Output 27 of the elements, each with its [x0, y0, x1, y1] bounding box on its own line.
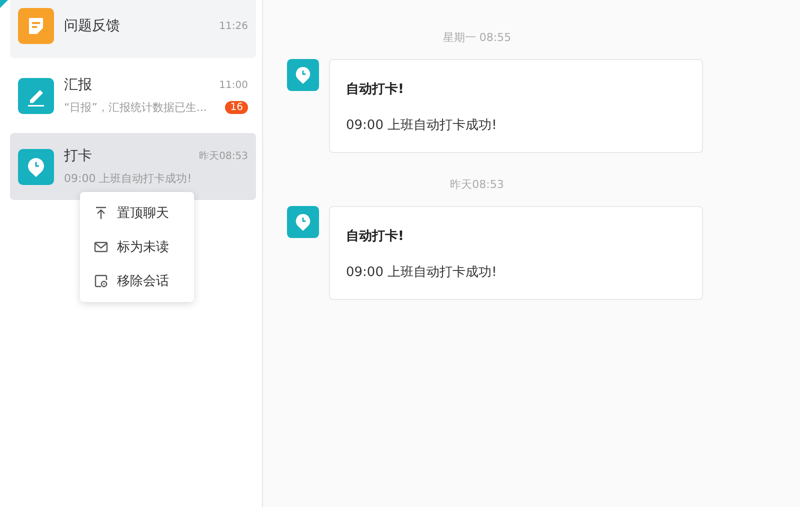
clock-pin-app-icon — [287, 206, 319, 238]
conversation-item[interactable]: 打卡 昨天08:53 09:00 上班自动打卡成功! — [10, 133, 256, 200]
remove-chat-icon — [94, 274, 108, 288]
message-timestamp: 星期一 08:55 — [442, 30, 512, 45]
clock-pin-app-icon — [287, 59, 319, 91]
pin-to-top-icon — [94, 206, 108, 220]
message-preview: “日报”，汇报统计数据已生... — [64, 100, 207, 115]
message-title: 自动打卡! — [346, 228, 405, 245]
menu-item[interactable]: 标为未读 — [80, 230, 194, 264]
conversation-time: 11:26 — [219, 20, 248, 32]
message-title: 自动打卡! — [346, 81, 405, 98]
note-app-icon — [18, 8, 54, 44]
unread-count-badge: 16 — [225, 101, 248, 114]
pencil-app-icon — [18, 78, 54, 114]
clock-pin-app-icon — [18, 148, 54, 184]
conversation-title: 汇报 — [64, 76, 92, 94]
message-text: 09:00 上班自动打卡成功! — [346, 117, 498, 134]
message-timestamp: 昨天08:53 — [449, 177, 505, 192]
conversation-title: 打卡 — [64, 147, 92, 165]
message-text: 09:00 上班自动打卡成功! — [346, 264, 498, 281]
message-preview: 09:00 上班自动打卡成功! — [64, 171, 192, 186]
conversation-item[interactable]: 汇报 11:00 “日报”，汇报统计数据已生... 16 — [10, 62, 256, 129]
menu-item[interactable]: 移除会话 — [80, 264, 194, 298]
conversation-time: 昨天08:53 — [199, 150, 248, 163]
envelope-icon — [94, 240, 108, 254]
conversation-time: 11:00 — [219, 80, 248, 90]
conversation-title: 问题反馈 — [64, 17, 120, 35]
